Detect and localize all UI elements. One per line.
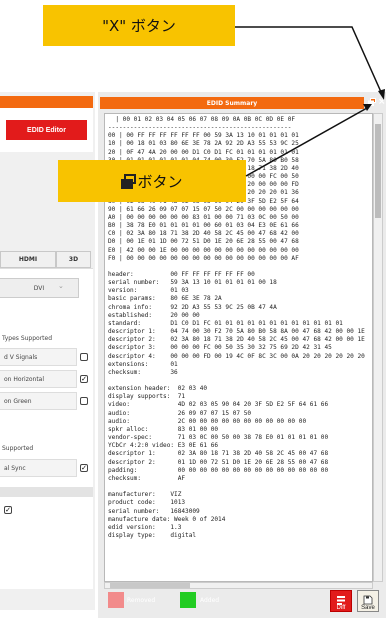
row-label: d V Signals — [4, 353, 38, 361]
sync-on-green-checkbox[interactable] — [80, 397, 88, 405]
left-content-area — [0, 268, 93, 589]
supported-label: Supported — [2, 445, 34, 452]
tab-3d[interactable]: 3D — [56, 251, 91, 268]
diff-button[interactable]: Diff — [330, 590, 352, 612]
signal-type-select[interactable]: DVI — [0, 278, 79, 298]
row-label: on Green — [4, 397, 32, 405]
added-legend-label: Added — [200, 597, 220, 604]
separate-v-signals-row: d V Signals — [0, 348, 77, 366]
bottom-option-checkbox[interactable]: ✓ — [4, 506, 12, 514]
types-supported-label: Types Supported — [2, 335, 53, 342]
edid-editor-button[interactable]: EDID Editor — [6, 120, 87, 140]
sync-on-horizontal-row: on Horizontal — [0, 370, 77, 388]
diff-button-label: Diff — [336, 605, 346, 611]
x-button-callout-label: "X" ボタン — [102, 17, 176, 35]
serrated-sync-checkbox[interactable]: ✓ — [80, 464, 88, 472]
sync-on-horizontal-checkbox[interactable]: ✓ — [80, 375, 88, 383]
vertical-scrollbar-thumb[interactable] — [375, 124, 381, 218]
x-button-callout: "X" ボタン — [43, 5, 235, 46]
edid-summary-title: EDID Summary — [100, 97, 364, 109]
sync-on-green-row: on Green — [0, 392, 77, 410]
chevron-down-icon: ⌄ — [58, 282, 64, 290]
tab-hdmi[interactable]: HDMI — [0, 251, 56, 268]
horizontal-scrollbar-thumb[interactable] — [110, 583, 190, 588]
signal-type-value: DVI — [33, 284, 45, 292]
close-icon[interactable]: × — [378, 97, 386, 107]
separate-v-signals-checkbox[interactable] — [80, 353, 88, 361]
added-color-swatch — [180, 592, 196, 608]
restore-window-icon[interactable] — [368, 98, 376, 106]
save-button-label: Save — [361, 605, 375, 611]
row-label: al Sync — [4, 464, 26, 472]
window-button-callout-label: ボタン — [137, 172, 183, 191]
section-divider — [0, 487, 93, 497]
row-label: on Horizontal — [4, 375, 45, 383]
left-panel-header — [0, 96, 93, 108]
diff-icon — [337, 596, 345, 605]
restore-window-icon — [121, 174, 137, 189]
serrated-sync-row: al Sync — [0, 459, 77, 477]
save-icon — [363, 595, 373, 605]
removed-color-swatch — [108, 592, 124, 608]
window-button-callout: ボタン — [58, 160, 246, 202]
removed-legend-label: Removed — [127, 597, 156, 604]
save-button[interactable]: Save — [357, 590, 379, 612]
